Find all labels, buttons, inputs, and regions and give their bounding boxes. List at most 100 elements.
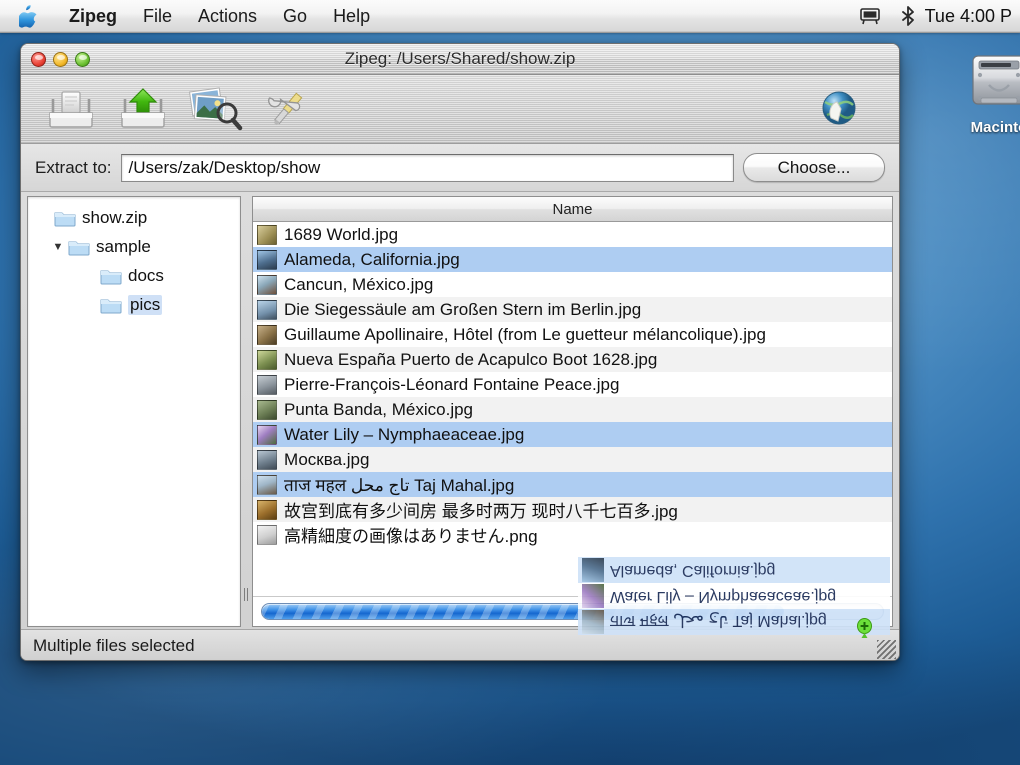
extract-to-label: Extract to:: [35, 157, 112, 177]
window-title-bar[interactable]: Zipeg: /Users/Shared/show.zip: [21, 44, 899, 75]
file-list-row[interactable]: Москва.jpg: [253, 447, 892, 472]
file-list-row[interactable]: Water Lily – Nymphaeaceae.jpg: [253, 422, 892, 447]
menu-item-actions[interactable]: Actions: [185, 0, 270, 33]
bluetooth-icon: [901, 5, 914, 26]
tree-item-sample[interactable]: ▼ sample: [28, 232, 240, 261]
file-thumbnail-icon: [257, 399, 277, 420]
file-list-row[interactable]: ताज महल تاج محل Taj Mahal.jpg: [253, 472, 892, 497]
file-name-label: Guillaume Apollinaire, Hôtel (from Le gu…: [284, 324, 766, 344]
file-name-label: ताज महल تاج محل Taj Mahal.jpg: [284, 476, 515, 495]
file-list-row[interactable]: Alameda, California.jpg: [253, 247, 892, 272]
file-thumbnail-icon: [257, 299, 277, 320]
progress-fill: [262, 604, 784, 619]
pane-splitter[interactable]: [241, 196, 252, 627]
file-thumbnail-icon: [257, 449, 277, 470]
file-name-label: 1689 World.jpg: [284, 224, 399, 244]
window-title: Zipeg: /Users/Shared/show.zip: [344, 49, 576, 68]
file-list-row[interactable]: Punta Banda, México.jpg: [253, 397, 892, 422]
preview-button[interactable]: [179, 79, 251, 139]
folder-icon: [68, 238, 90, 256]
tree-item-label: show.zip: [82, 207, 148, 227]
file-name-label: 高精細度の画像はありません.png: [284, 527, 538, 546]
tree-item-docs[interactable]: docs: [28, 261, 240, 290]
menu-item-help[interactable]: Help: [320, 0, 383, 33]
file-name-label: Cancun, México.jpg: [284, 274, 434, 294]
tree-item-label: docs: [128, 265, 164, 285]
status-bar: Multiple files selected: [21, 629, 899, 660]
file-list-row[interactable]: 1689 World.jpg: [253, 222, 892, 247]
file-thumbnail-icon: [257, 499, 277, 520]
file-name-label: Die Siegessäule am Großen Stern im Berli…: [284, 299, 642, 319]
file-list-row[interactable]: 故宫到底有多少间房 最多时两万 现时八千七百多.jpg: [253, 497, 892, 522]
file-name-label: Pierre-François-Léonard Fontaine Peace.j…: [284, 374, 620, 394]
folder-icon: [100, 296, 122, 314]
photos-preview-icon: [188, 87, 243, 131]
file-list-row[interactable]: Nueva España Puerto de Acapulco Boot 162…: [253, 347, 892, 372]
green-plus-badge: [857, 618, 872, 638]
menu-bar-clock[interactable]: Tue 4:00 P: [925, 6, 1018, 27]
desktop-icon-macintosh-hd[interactable]: Macinto: [956, 52, 1020, 136]
file-name-label: Punta Banda, México.jpg: [284, 399, 474, 419]
open-button[interactable]: [35, 79, 107, 139]
folder-icon: [54, 209, 76, 227]
extract-button[interactable]: [107, 79, 179, 139]
file-thumbnail-icon: [257, 524, 277, 545]
apple-menu[interactable]: [18, 3, 40, 29]
archive-tree[interactable]: show.zip ▼ sample docs pics: [27, 196, 241, 627]
menu-bar-status-area: Tue 4:00 P: [849, 6, 1020, 27]
extract-to-bar: Extract to: /Users/zak/Desktop/show Choo…: [21, 144, 899, 192]
file-list-rows[interactable]: 1689 World.jpg Alameda, California.jpg Can…: [253, 222, 892, 596]
resize-grip[interactable]: [877, 640, 896, 659]
status-text: Multiple files selected: [33, 636, 195, 655]
close-button[interactable]: [31, 51, 46, 67]
file-name-label: Москва.jpg: [284, 449, 370, 469]
file-thumbnail-icon: [257, 274, 277, 295]
extract-up-arrow-icon: [121, 88, 165, 128]
menu-item-go[interactable]: Go: [270, 0, 320, 33]
file-thumbnail-icon: [257, 349, 277, 370]
display-icon: [859, 8, 880, 25]
wrench-screwdriver-icon: [268, 92, 303, 126]
open-tray-icon: [49, 91, 93, 128]
folder-icon: [100, 267, 122, 285]
splitter-grip[interactable]: [244, 588, 249, 601]
progress-row: [253, 596, 892, 626]
menu-item-file[interactable]: File: [130, 0, 185, 33]
tools-button[interactable]: [251, 79, 323, 139]
file-name-label: Alameda, California.jpg: [284, 249, 460, 269]
file-list-row[interactable]: 高精細度の画像はありません.png: [253, 522, 892, 547]
apple-logo-icon: [19, 5, 37, 28]
menu-item-zipeg[interactable]: Zipeg: [56, 0, 130, 33]
file-thumbnail-icon: [257, 474, 277, 495]
file-thumbnail-icon: [257, 224, 277, 245]
file-list-row[interactable]: Cancun, México.jpg: [253, 272, 892, 297]
bluetooth-menu-extra[interactable]: [901, 5, 915, 27]
desktop-icon-label: Macinto: [970, 119, 1020, 136]
tree-item-show-zip[interactable]: show.zip: [28, 203, 240, 232]
minimize-button[interactable]: [53, 51, 68, 67]
zipeg-window: Zipeg: /Users/Shared/show.zip Extract to…: [20, 43, 900, 661]
file-list-row[interactable]: Pierre-François-Léonard Fontaine Peace.j…: [253, 372, 892, 397]
file-thumbnail-icon: [257, 249, 277, 270]
window-toolbar: [21, 75, 899, 144]
display-menu-extra[interactable]: [859, 6, 881, 26]
choose-button[interactable]: Choose...: [743, 153, 885, 182]
hard-drive-icon: [972, 55, 1020, 105]
internet-button[interactable]: [803, 79, 875, 139]
column-header-name[interactable]: Name: [253, 197, 892, 222]
file-list-row[interactable]: Guillaume Apollinaire, Hôtel (from Le gu…: [253, 322, 892, 347]
file-thumbnail-icon: [257, 374, 277, 395]
extract-path-input[interactable]: /Users/zak/Desktop/show: [120, 153, 734, 182]
zoom-button[interactable]: [75, 51, 90, 67]
window-controls: [31, 51, 90, 67]
tree-twisty-expanded[interactable]: ▼: [48, 241, 68, 253]
menu-bar: Zipeg File Actions Go Help Tue 4:00 P: [0, 0, 1020, 33]
file-list-pane: Name 1689 World.jpg Alameda, California.j…: [252, 196, 893, 627]
tree-item-pics[interactable]: pics: [28, 290, 240, 319]
file-thumbnail-icon: [257, 424, 277, 445]
file-name-label: 故宫到底有多少间房 最多时两万 现时八千七百多.jpg: [284, 502, 678, 521]
file-list-row[interactable]: Die Siegessäule am Großen Stern im Berli…: [253, 297, 892, 322]
window-content: show.zip ▼ sample docs pics Name 1689 Wo…: [21, 192, 899, 629]
tree-item-label: sample: [96, 236, 151, 256]
file-name-label: Nueva España Puerto de Acapulco Boot 162…: [284, 349, 658, 369]
